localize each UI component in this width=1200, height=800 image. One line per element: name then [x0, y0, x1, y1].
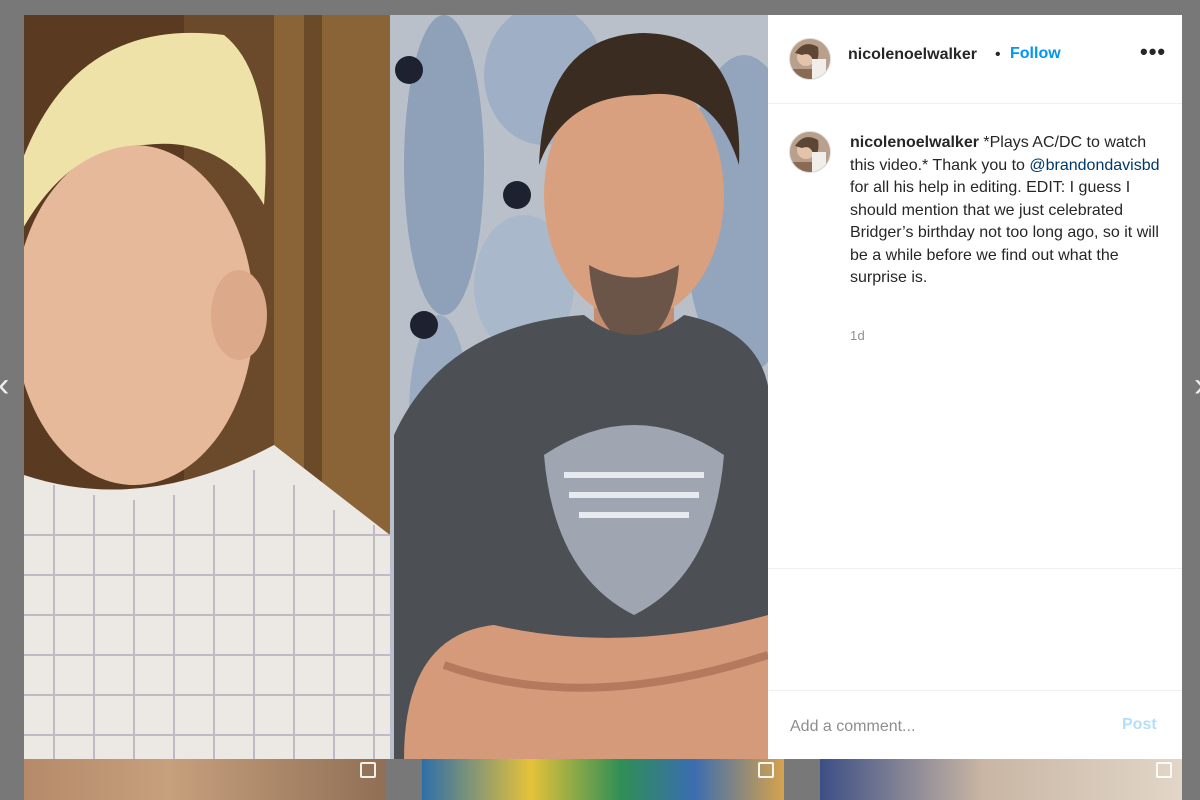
next-post-chevron-icon[interactable]: ›: [1194, 368, 1200, 402]
more-options-icon[interactable]: •••: [1140, 39, 1166, 65]
comments-divider: [768, 568, 1182, 569]
post-timestamp[interactable]: 1d: [850, 328, 865, 343]
post-modal: nicolenoelwalker • Follow ••• nicolenoel…: [24, 15, 1182, 759]
post-author-username[interactable]: nicolenoelwalker: [848, 46, 977, 64]
caption-username[interactable]: nicolenoelwalker: [850, 134, 979, 151]
post-comment-button[interactable]: Post: [1122, 716, 1157, 734]
post-caption: nicolenoelwalker *Plays AC/DC to watch t…: [850, 132, 1170, 290]
comment-input[interactable]: [788, 715, 1092, 739]
background-grid: [0, 758, 1200, 800]
video-frame: [24, 15, 768, 759]
header-separator-dot: •: [995, 46, 1001, 63]
avatar-image: [790, 39, 830, 79]
avatar-image: [790, 132, 830, 172]
caption-avatar[interactable]: [789, 131, 831, 173]
caption-mention-link[interactable]: @brandondavisbd: [1029, 157, 1159, 174]
post-sidebar: nicolenoelwalker • Follow ••• nicolenoel…: [768, 15, 1182, 759]
video-icon: [1156, 762, 1172, 778]
avatar[interactable]: [789, 38, 831, 80]
grid-thumbnail[interactable]: [820, 758, 1182, 800]
follow-button[interactable]: Follow: [1010, 45, 1061, 63]
previous-post-chevron-icon[interactable]: ‹: [0, 368, 12, 402]
video-icon: [360, 762, 376, 778]
video-icon: [758, 762, 774, 778]
grid-thumbnail[interactable]: [422, 758, 784, 800]
post-header: nicolenoelwalker • Follow •••: [768, 15, 1182, 104]
caption-text-after-mention: for all his help in editing. EDIT: I gue…: [850, 179, 1159, 286]
grid-thumbnail[interactable]: [24, 758, 386, 800]
comment-bar: Post: [768, 690, 1182, 760]
post-media-video[interactable]: [24, 15, 768, 759]
